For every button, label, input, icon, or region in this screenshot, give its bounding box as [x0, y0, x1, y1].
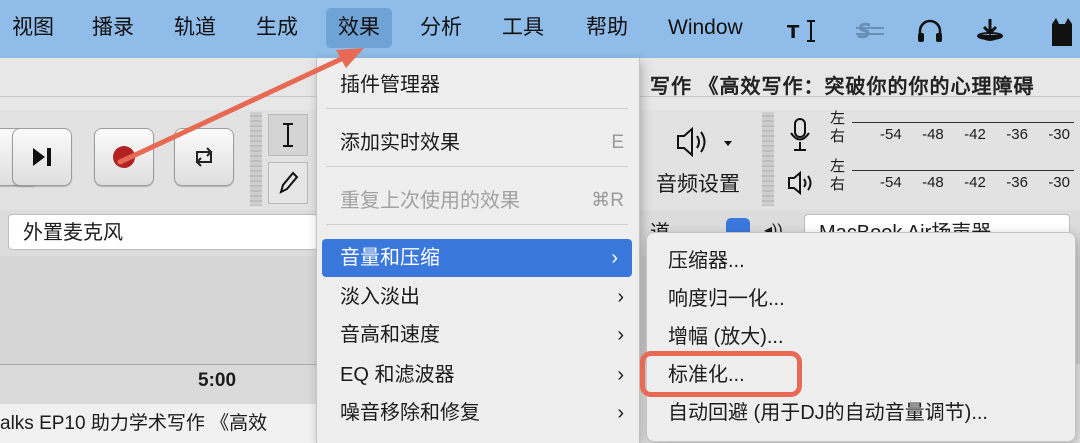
annotation-arrow [117, 48, 364, 165]
